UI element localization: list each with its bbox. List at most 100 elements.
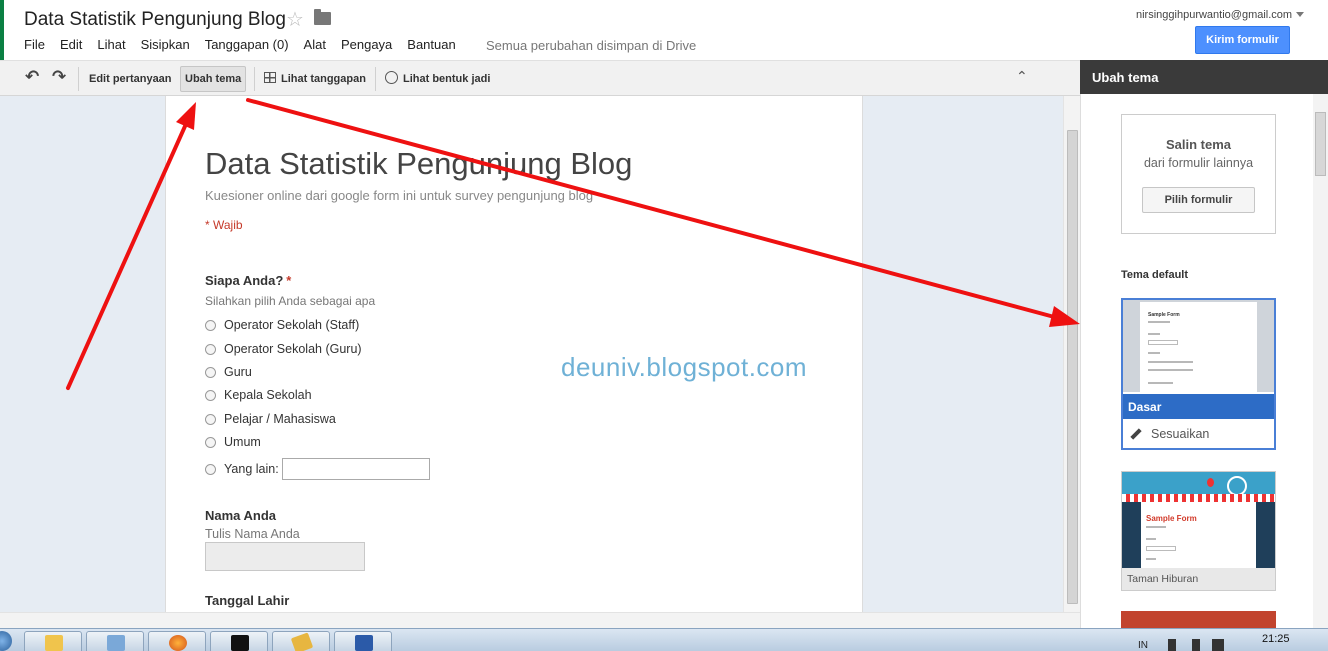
radio-button[interactable]: [205, 463, 216, 475]
globe-icon: [385, 71, 398, 84]
clock[interactable]: 21:25: [1262, 633, 1290, 645]
form-description[interactable]: Kuesioner online dari google form ini un…: [205, 188, 593, 203]
theme-panel-title: Ubah tema: [1092, 70, 1159, 85]
change-theme-button[interactable]: Ubah tema: [180, 66, 247, 92]
star-icon[interactable]: ☆: [286, 7, 304, 32]
customize-theme-link[interactable]: Sesuaikan: [1130, 427, 1209, 441]
menu-help[interactable]: Bantuan: [407, 37, 455, 52]
theme-thumbnail: Sample Form: [1123, 300, 1274, 392]
firefox-icon: [169, 635, 187, 651]
undo-icon[interactable]: ↶: [25, 67, 39, 87]
theme-panel-header: Ubah tema: [1080, 60, 1328, 94]
tray-icon[interactable]: [1192, 639, 1200, 651]
theme-card-basic[interactable]: Sample Form Dasar Sesuaikan: [1121, 298, 1276, 450]
menu-insert[interactable]: Sisipkan: [141, 37, 190, 52]
view-live-label: Lihat bentuk jadi: [403, 73, 491, 85]
thumbnail-sheet: Sample Form: [1140, 302, 1257, 392]
tray-icon[interactable]: [1168, 639, 1176, 651]
theme-card-amusement-park[interactable]: Sample Form Taman Hiburan: [1121, 471, 1276, 591]
radio-button[interactable]: [205, 343, 216, 355]
network-icon[interactable]: [1212, 639, 1224, 651]
radio-option[interactable]: Umum: [205, 435, 261, 449]
taskbar-word[interactable]: [334, 631, 392, 651]
collapse-header-icon[interactable]: ⌃: [1016, 68, 1028, 85]
radio-button[interactable]: [205, 389, 216, 401]
form-title[interactable]: Data Statistik Pengunjung Blog: [205, 146, 632, 182]
thumbnail-line: [1146, 538, 1156, 540]
question-help-text: Tulis Nama Anda: [205, 527, 300, 541]
radio-button[interactable]: [205, 436, 216, 448]
customize-label: Sesuaikan: [1151, 427, 1210, 441]
pick-form-button[interactable]: Pilih formulir: [1142, 187, 1255, 213]
toolbar-divider: [375, 67, 376, 91]
option-label: Operator Sekolah (Staff): [224, 318, 360, 332]
terminal-icon: [231, 635, 249, 651]
start-button[interactable]: [0, 631, 12, 651]
toolbar-divider: [254, 67, 255, 91]
radio-option[interactable]: Kepala Sekolah: [205, 388, 312, 402]
chevron-down-icon[interactable]: [1296, 12, 1304, 17]
menu-bar: File Edit Lihat Sisipkan Tanggapan (0) A…: [24, 37, 471, 52]
taskbar-app[interactable]: [272, 631, 330, 651]
radio-option[interactable]: Operator Sekolah (Staff): [205, 318, 359, 332]
taskbar-firefox[interactable]: [148, 631, 206, 651]
app-icon: [290, 632, 314, 651]
other-text-input[interactable]: [281, 458, 430, 480]
app-header: Data Statistik Pengunjung Blog ☆ File Ed…: [0, 0, 1328, 60]
theme-name-basic: Dasar: [1123, 394, 1274, 419]
canvas-bottom-strip: [0, 612, 1080, 628]
word-icon: [355, 635, 373, 651]
canvas-scrollbar[interactable]: [1063, 96, 1080, 612]
radio-button[interactable]: [205, 413, 216, 425]
radio-button[interactable]: [205, 319, 216, 331]
view-live-form-button[interactable]: Lihat bentuk jadi: [380, 66, 495, 92]
radio-option[interactable]: Operator Sekolah (Guru): [205, 342, 362, 356]
toolbar-divider: [78, 67, 79, 91]
taskbar-cmd[interactable]: [210, 631, 268, 651]
copy-theme-title: Salin tema: [1165, 137, 1232, 152]
menu-view[interactable]: Lihat: [97, 37, 125, 52]
redo-icon[interactable]: ↷: [52, 67, 66, 87]
question-title[interactable]: Tanggal Lahir: [205, 593, 289, 608]
option-label: Kepala Sekolah: [224, 388, 312, 402]
thumbnail-line: [1148, 352, 1160, 354]
scrollbar-thumb[interactable]: [1067, 130, 1078, 604]
option-label: Guru: [224, 365, 252, 379]
panel-scrollbar[interactable]: [1313, 94, 1328, 628]
radio-option-other[interactable]: Yang lain:: [205, 458, 430, 480]
menu-responses[interactable]: Tanggapan (0): [205, 37, 289, 52]
edit-questions-button[interactable]: Edit pertanyaan: [84, 66, 177, 92]
send-form-button[interactable]: Kirim formulir: [1195, 26, 1290, 54]
balloon-icon: [1207, 478, 1214, 487]
account-email[interactable]: nirsinggihpurwantio@gmail.com: [1136, 9, 1292, 21]
menu-file[interactable]: File: [24, 37, 45, 52]
name-input[interactable]: [205, 542, 365, 571]
radio-button[interactable]: [205, 366, 216, 378]
radio-option[interactable]: Pelajar / Mahasiswa: [205, 412, 336, 426]
menu-edit[interactable]: Edit: [60, 37, 82, 52]
folder-icon[interactable]: [314, 9, 331, 25]
pencil-icon: [1130, 428, 1142, 440]
question-title[interactable]: Siapa Anda? *: [205, 273, 291, 288]
required-note: * Wajib: [205, 218, 243, 232]
language-indicator[interactable]: IN: [1138, 640, 1148, 651]
taskbar-app[interactable]: [86, 631, 144, 651]
document-title[interactable]: Data Statistik Pengunjung Blog: [24, 9, 286, 31]
view-responses-label: Lihat tanggapan: [281, 73, 366, 85]
view-responses-button[interactable]: Lihat tanggapan: [259, 66, 371, 92]
option-label: Yang lain:: [224, 462, 279, 476]
radio-option[interactable]: Guru: [205, 365, 252, 379]
os-taskbar: IN 21:25: [0, 628, 1328, 651]
menu-addons[interactable]: Pengaya: [341, 37, 392, 52]
scrollbar-thumb[interactable]: [1315, 112, 1326, 176]
watermark-text: deuniv.blogspot.com: [561, 352, 808, 382]
folder-icon: [45, 635, 63, 651]
grid-icon: [264, 72, 276, 83]
theme-name-amusement-park: Taman Hiburan: [1122, 568, 1275, 590]
theme-card-next[interactable]: [1121, 611, 1276, 628]
thumbnail-line: [1148, 382, 1173, 384]
menu-tools[interactable]: Alat: [304, 37, 326, 52]
copy-theme-subtitle: dari formulir lainnya: [1143, 156, 1254, 170]
question-title[interactable]: Nama Anda: [205, 508, 276, 523]
taskbar-explorer[interactable]: [24, 631, 82, 651]
